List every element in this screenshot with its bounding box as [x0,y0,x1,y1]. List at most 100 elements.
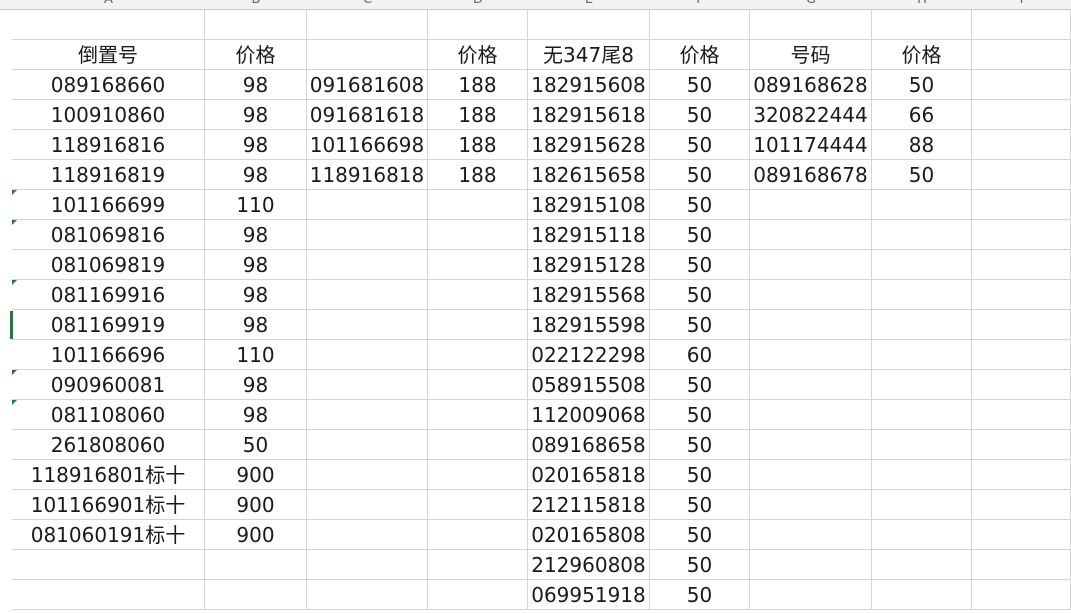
cell-c18[interactable] [307,490,428,520]
cell-f7[interactable]: 50 [650,160,750,190]
cell-i9[interactable] [972,220,1071,250]
cell-h15[interactable] [872,400,972,430]
cell-a7[interactable]: 118916819 [12,160,205,190]
cell-a4[interactable]: 089168660 [12,70,205,100]
cell-a6[interactable]: 118916816 [12,130,205,160]
cell-c13[interactable] [307,340,428,370]
cell-e7[interactable]: 182615658 [528,160,650,190]
cell-a19[interactable]: 081060191标十 [12,520,205,550]
cell-b10[interactable]: 98 [205,250,307,280]
cell-d7[interactable]: 188 [428,160,528,190]
cell-g4[interactable]: 089168628 [750,70,872,100]
cell-b4[interactable]: 98 [205,70,307,100]
cell-c9[interactable] [307,220,428,250]
cell-i11[interactable] [972,280,1071,310]
cell-d20[interactable] [428,550,528,580]
cell-i18[interactable] [972,490,1071,520]
cell-a12[interactable]: 081169919 [12,310,205,340]
cell-f21[interactable]: 50 [650,580,750,610]
cell-b14[interactable]: 98 [205,370,307,400]
cell-a2[interactable] [12,10,205,40]
cell-i5[interactable] [972,100,1071,130]
cell-e11[interactable]: 182915568 [528,280,650,310]
cell-b2[interactable] [205,10,307,40]
cell-f17[interactable]: 50 [650,460,750,490]
cell-f13[interactable]: 60 [650,340,750,370]
cell-e15[interactable]: 112009068 [528,400,650,430]
cell-g20[interactable] [750,550,872,580]
cell-f19[interactable]: 50 [650,520,750,550]
cell-g8[interactable] [750,190,872,220]
cell-g11[interactable] [750,280,872,310]
cell-f20[interactable]: 50 [650,550,750,580]
cell-e19[interactable]: 020165808 [528,520,650,550]
cell-i10[interactable] [972,250,1071,280]
cell-c14[interactable] [307,370,428,400]
cell-a13[interactable]: 101166696 [12,340,205,370]
cell-g17[interactable] [750,460,872,490]
cell-b11[interactable]: 98 [205,280,307,310]
cell-g16[interactable] [750,430,872,460]
cell-h2[interactable] [872,10,972,40]
cell-a17[interactable]: 118916801标十 [12,460,205,490]
cell-g21[interactable] [750,580,872,610]
cell-f2[interactable] [650,10,750,40]
cell-i3[interactable] [972,40,1071,70]
cell-c19[interactable] [307,520,428,550]
cell-e18[interactable]: 212115818 [528,490,650,520]
column-header-d[interactable]: D [428,0,528,8]
cell-d21[interactable] [428,580,528,610]
cell-i20[interactable] [972,550,1071,580]
cell-g7[interactable]: 089168678 [750,160,872,190]
cell-e5[interactable]: 182915618 [528,100,650,130]
cell-b19[interactable]: 900 [205,520,307,550]
cell-h19[interactable] [872,520,972,550]
cell-f14[interactable]: 50 [650,370,750,400]
cell-d12[interactable] [428,310,528,340]
cell-b9[interactable]: 98 [205,220,307,250]
cell-a16[interactable]: 261808060 [12,430,205,460]
cell-c12[interactable] [307,310,428,340]
cell-i4[interactable] [972,70,1071,100]
cell-d11[interactable] [428,280,528,310]
cell-a3[interactable]: 倒置号 [12,40,205,70]
cell-b15[interactable]: 98 [205,400,307,430]
cell-b21[interactable] [205,580,307,610]
cell-b18[interactable]: 900 [205,490,307,520]
cell-a21[interactable] [12,580,205,610]
cell-i8[interactable] [972,190,1071,220]
cell-g2[interactable] [750,10,872,40]
cell-b8[interactable]: 110 [205,190,307,220]
cell-b6[interactable]: 98 [205,130,307,160]
cell-h4[interactable]: 50 [872,70,972,100]
cell-f18[interactable]: 50 [650,490,750,520]
cell-g12[interactable] [750,310,872,340]
cell-h6[interactable]: 88 [872,130,972,160]
cell-d19[interactable] [428,520,528,550]
cell-d8[interactable] [428,190,528,220]
cell-c4[interactable]: 091681608 [307,70,428,100]
cell-g10[interactable] [750,250,872,280]
cell-e17[interactable]: 020165818 [528,460,650,490]
cell-f3[interactable]: 价格 [650,40,750,70]
cell-h7[interactable]: 50 [872,160,972,190]
cell-i2[interactable] [972,10,1071,40]
column-header-row[interactable]: ABCDEFGHI [0,0,1071,10]
cell-i13[interactable] [972,340,1071,370]
cell-f8[interactable]: 50 [650,190,750,220]
cell-f10[interactable]: 50 [650,250,750,280]
cell-e3[interactable]: 无347尾8 [528,40,650,70]
cell-g19[interactable] [750,520,872,550]
cell-i21[interactable] [972,580,1071,610]
spreadsheet[interactable]: ABCDEFGHI 倒置号价格价格无347尾8价格号码价格08916866098… [0,0,1071,613]
cell-b12[interactable]: 98 [205,310,307,340]
cell-b16[interactable]: 50 [205,430,307,460]
cell-f12[interactable]: 50 [650,310,750,340]
column-header-b[interactable]: B [205,0,307,8]
cell-d14[interactable] [428,370,528,400]
cell-i7[interactable] [972,160,1071,190]
cell-c2[interactable] [307,10,428,40]
cell-i14[interactable] [972,370,1071,400]
cell-g15[interactable] [750,400,872,430]
cell-h8[interactable] [872,190,972,220]
